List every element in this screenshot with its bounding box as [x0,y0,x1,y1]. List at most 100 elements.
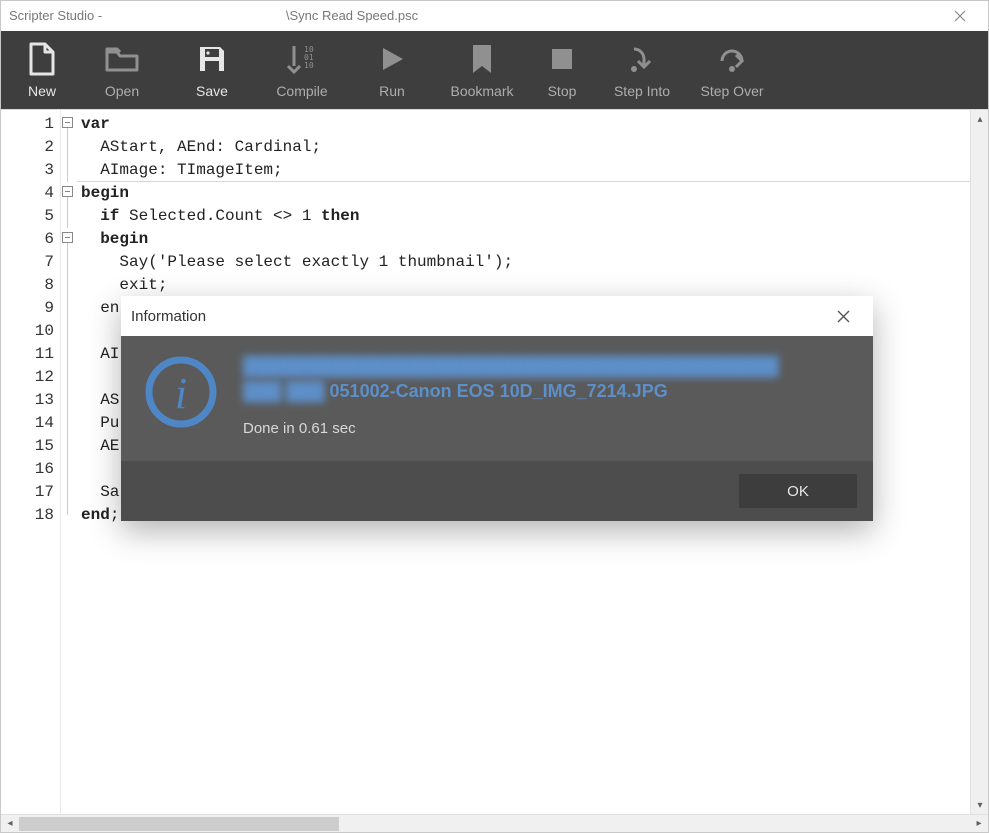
fold-cell [61,366,77,389]
ok-button[interactable]: OK [739,474,857,508]
line-number: 5 [1,205,60,228]
run-play-icon [374,41,410,77]
toolbar-label: Compile [276,83,327,99]
horizontal-scrollbar[interactable]: ◂ ▸ [1,814,988,832]
fold-cell [61,412,77,435]
ok-button-label: OK [787,483,809,500]
information-dialog: Information i ██████████████████████████… [121,296,873,521]
toolbar-save[interactable]: Save [167,31,257,109]
toolbar: New Open Save 100110 Compile Run [1,31,988,109]
fold-cell [61,458,77,481]
bookmark-icon [464,41,500,77]
compile-icon: 100110 [284,41,320,77]
fold-cell[interactable] [61,113,77,136]
line-number: 11 [1,343,60,366]
line-number: 1 [1,113,60,136]
line-number: 2 [1,136,60,159]
fold-cell [61,274,77,297]
close-icon [954,10,966,22]
title-prefix: Scripter Studio - [9,8,106,23]
fold-cell [61,136,77,159]
dialog-titlebar: Information [121,296,873,336]
toolbar-label: Open [105,83,139,99]
fold-cell [61,159,77,182]
dialog-close-button[interactable] [823,296,863,336]
line-number: 6 [1,228,60,251]
toolbar-stop[interactable]: Stop [527,31,597,109]
fold-cell [61,320,77,343]
line-number: 9 [1,297,60,320]
toolbar-open[interactable]: Open [77,31,167,109]
line-number: 10 [1,320,60,343]
title-filename: \Sync Read Speed.psc [286,8,418,23]
line-number: 13 [1,389,60,412]
new-file-icon [24,41,60,77]
fold-cell [61,251,77,274]
toolbar-run[interactable]: Run [347,31,437,109]
dialog-done-text: Done in 0.61 sec [243,420,851,437]
toolbar-label: Step Over [700,83,763,99]
scroll-right-arrow[interactable]: ▸ [970,815,988,833]
toolbar-label: Bookmark [450,83,513,99]
line-number: 18 [1,504,60,527]
fold-cell[interactable] [61,182,77,205]
fold-column[interactable] [61,110,77,814]
scroll-left-arrow[interactable]: ◂ [1,815,19,833]
code-line[interactable]: begin [77,182,970,205]
line-number: 7 [1,251,60,274]
window-close-button[interactable] [940,1,980,31]
fold-cell [61,297,77,320]
toolbar-label: Save [196,83,228,99]
dialog-title: Information [131,308,206,325]
fold-cell [61,389,77,412]
fold-cell [61,343,77,366]
toolbar-new[interactable]: New [7,31,77,109]
toolbar-label: Step Into [614,83,670,99]
code-line[interactable]: exit; [77,274,970,297]
dialog-filename-obscured: ███ ███ [243,381,325,402]
titlebar: Scripter Studio - \Sync Read Speed.psc [1,1,988,31]
hscroll-thumb[interactable] [19,817,339,831]
fold-cell [61,504,77,527]
line-number-gutter: 123456789101112131415161718 [1,110,61,814]
code-line[interactable]: Say('Please select exactly 1 thumbnail')… [77,251,970,274]
toolbar-step-over[interactable]: Step Over [687,31,777,109]
info-icon: i [143,354,219,430]
toolbar-bookmark[interactable]: Bookmark [437,31,527,109]
dialog-path-obscured: ████████████████████████████████████████… [243,356,851,377]
code-line[interactable]: AStart, AEnd: Cardinal; [77,136,970,159]
code-line[interactable]: begin [77,228,970,251]
line-number: 12 [1,366,60,389]
code-line[interactable]: var [77,113,970,136]
line-number: 8 [1,274,60,297]
toolbar-label: Stop [548,83,577,99]
scroll-down-arrow[interactable]: ▾ [971,796,988,814]
title-obscured-path [106,10,286,24]
svg-text:10: 10 [304,61,314,70]
close-icon [837,310,850,323]
line-number: 14 [1,412,60,435]
code-line[interactable]: if Selected.Count <> 1 then [77,205,970,228]
fold-cell [61,435,77,458]
scroll-up-arrow[interactable]: ▴ [971,110,988,128]
dialog-filename-line: ███ ███ 051002-Canon EOS 10D_IMG_7214.JP… [243,381,851,402]
toolbar-step-into[interactable]: Step Into [597,31,687,109]
dialog-footer: OK [121,461,873,521]
step-into-icon [624,41,660,77]
line-number: 4 [1,182,60,205]
step-over-icon [714,41,750,77]
fold-cell [61,205,77,228]
dialog-body: i ██████████████████████████████████████… [121,336,873,461]
fold-cell[interactable] [61,228,77,251]
line-number: 15 [1,435,60,458]
line-number: 3 [1,159,60,182]
stop-icon [544,41,580,77]
vertical-scrollbar[interactable]: ▴ ▾ [970,110,988,814]
toolbar-label: New [28,83,56,99]
toolbar-label: Run [379,83,405,99]
code-line[interactable]: AImage: TImageItem; [77,159,970,182]
dialog-filename: 051002-Canon EOS 10D_IMG_7214.JPG [325,381,668,401]
toolbar-compile[interactable]: 100110 Compile [257,31,347,109]
dialog-message: ████████████████████████████████████████… [243,354,851,437]
line-number: 17 [1,481,60,504]
